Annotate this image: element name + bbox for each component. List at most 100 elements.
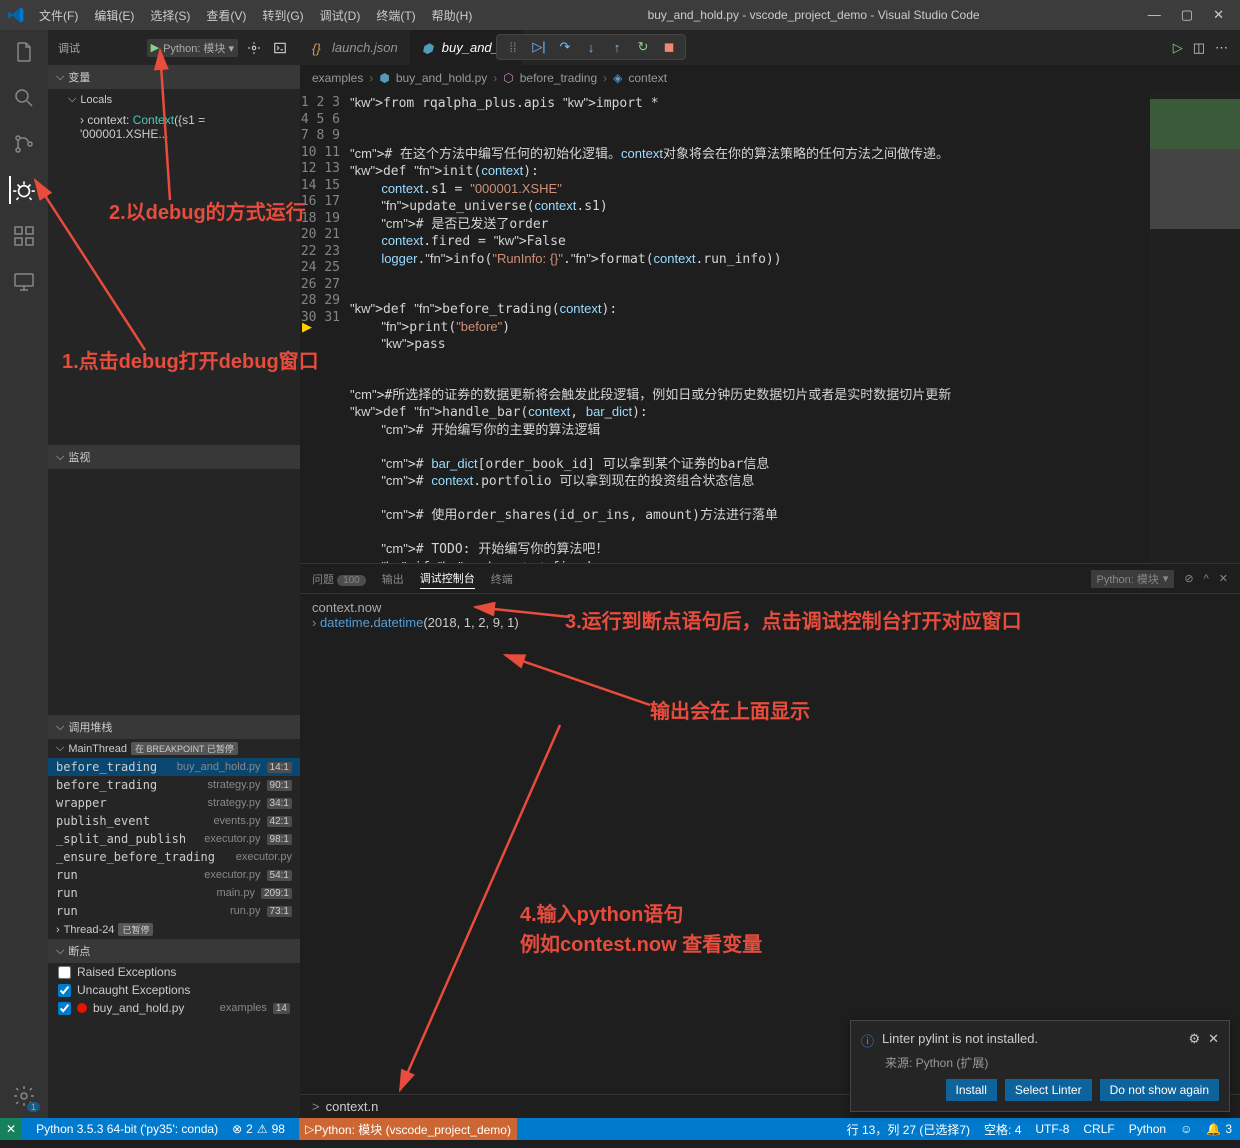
more-icon[interactable]: ⋯: [1215, 40, 1228, 56]
remote-icon[interactable]: [10, 268, 38, 296]
run-icon[interactable]: ▷: [1173, 40, 1183, 56]
window-title: buy_and_hold.py - vscode_project_demo - …: [479, 8, 1147, 22]
explorer-icon[interactable]: [10, 38, 38, 66]
continue-icon[interactable]: ▷|: [531, 39, 547, 55]
checkbox[interactable]: [58, 1002, 71, 1015]
thread-row[interactable]: ›Thread-24已暂停: [48, 920, 300, 939]
code-content[interactable]: "kw">from rqalpha_plus.apis "kw">import …: [350, 91, 1240, 563]
variable-row[interactable]: › context: Context({s1 = '000001.XSHE...: [48, 110, 300, 144]
checkbox[interactable]: [58, 984, 71, 997]
clear-icon[interactable]: ⊘: [1184, 572, 1193, 585]
menu-help[interactable]: 帮助(H): [425, 3, 480, 28]
install-button[interactable]: Install: [946, 1079, 997, 1101]
editor-tab-bar: {}launch.json ⬢buy_and_... ▷ ◫ ⋯: [300, 30, 1240, 65]
stack-frame-row[interactable]: wrapperstrategy.py34:1: [48, 794, 300, 812]
callstack-section[interactable]: ⌵调用堆栈: [48, 715, 300, 739]
menu-debug[interactable]: 调试(D): [313, 3, 368, 28]
bp-raised-exceptions[interactable]: Raised Exceptions: [48, 963, 300, 981]
status-language[interactable]: Python: [1129, 1121, 1166, 1138]
remote-indicator[interactable]: ✕: [0, 1118, 22, 1140]
step-into-icon[interactable]: ↓: [583, 39, 599, 55]
restart-icon[interactable]: ↻: [635, 39, 651, 55]
panel-tab-problems[interactable]: 问题 100: [312, 569, 366, 589]
bp-file-row[interactable]: buy_and_hold.pyexamples14: [48, 999, 300, 1017]
drag-handle-icon[interactable]: ⁞⁞: [505, 39, 521, 55]
stack-frame-row[interactable]: runexecutor.py54:1: [48, 866, 300, 884]
status-cursor-position[interactable]: 行 13，列 27 (已选择7): [847, 1121, 970, 1138]
status-encoding[interactable]: UTF-8: [1035, 1121, 1069, 1138]
menu-file[interactable]: 文件(F): [32, 3, 85, 28]
panel-tab-terminal[interactable]: 终端: [491, 569, 513, 589]
stack-frame-row[interactable]: runrun.py73:1: [48, 902, 300, 920]
debug-toolbar[interactable]: ⁞⁞ ▷| ↷ ↓ ↑ ↻ ◼: [496, 34, 686, 60]
variables-section[interactable]: ⌵变量: [48, 65, 300, 89]
menu-edit[interactable]: 编辑(E): [87, 3, 141, 28]
debug-console-output[interactable]: context.now › datetime.datetime(2018, 1,…: [300, 594, 1240, 1094]
minimize-button[interactable]: —: [1148, 7, 1161, 23]
debug-config-dropdown[interactable]: Python: 模块 ▾: [163, 40, 234, 56]
source-control-icon[interactable]: [10, 130, 38, 158]
notification-close-icon[interactable]: ✕: [1208, 1031, 1219, 1047]
stack-frame-row[interactable]: before_tradingstrategy.py90:1: [48, 776, 300, 794]
close-panel-icon[interactable]: ✕: [1219, 572, 1228, 585]
start-debug-button[interactable]: ▶: [151, 41, 159, 54]
status-notifications[interactable]: 🔔 3: [1206, 1121, 1232, 1138]
debug-title: 调试: [58, 40, 141, 56]
tab-launch-json[interactable]: {}launch.json: [300, 30, 410, 65]
stack-frame-row[interactable]: _ensure_before_tradingexecutor.py: [48, 848, 300, 866]
status-python[interactable]: Python 3.5.3 64-bit ('py35': conda): [36, 1122, 218, 1136]
minimap[interactable]: [1150, 91, 1240, 563]
debug-settings-icon[interactable]: [244, 38, 264, 58]
maximize-panel-icon[interactable]: ^: [1204, 573, 1209, 585]
info-icon: ⓘ: [861, 1031, 874, 1050]
stack-frame-row[interactable]: _split_and_publishexecutor.py98:1: [48, 830, 300, 848]
watch-section[interactable]: ⌵监视: [48, 445, 300, 469]
status-indent[interactable]: 空格: 4: [984, 1121, 1021, 1138]
select-linter-button[interactable]: Select Linter: [1005, 1079, 1092, 1101]
status-debug-session[interactable]: ▷ Python: 模块 (vscode_project_demo): [299, 1118, 517, 1140]
menu-goto[interactable]: 转到(G): [255, 3, 310, 28]
thread-row[interactable]: ⌵MainThread在 BREAKPOINT 已暂停: [48, 739, 300, 758]
extensions-icon[interactable]: [10, 222, 38, 250]
menu-terminal[interactable]: 终端(T): [369, 3, 422, 28]
notification-toast: ⓘ Linter pylint is not installed. ⚙ ✕ 来源…: [850, 1020, 1230, 1112]
panel-tab-output[interactable]: 输出: [382, 569, 404, 589]
status-feedback-icon[interactable]: ☺: [1180, 1121, 1192, 1138]
step-over-icon[interactable]: ↷: [557, 39, 573, 55]
json-icon: {}: [312, 41, 326, 55]
vscode-icon: [8, 7, 24, 23]
debug-icon[interactable]: [9, 176, 37, 204]
panel-tabs: 问题 100 输出 调试控制台 终端 Python: 模块 ▾ ⊘ ^ ✕: [300, 564, 1240, 594]
search-icon[interactable]: [10, 84, 38, 112]
breakpoints-section[interactable]: ⌵断点: [48, 939, 300, 963]
close-button[interactable]: ✕: [1213, 7, 1224, 23]
console-result: › datetime.datetime(2018, 1, 2, 9, 1): [312, 615, 1228, 630]
debug-sidebar: 调试 ▶ Python: 模块 ▾ ⌵变量 ⌵Locals › context:…: [48, 30, 300, 1118]
do-not-show-button[interactable]: Do not show again: [1100, 1079, 1219, 1101]
stack-frame-row[interactable]: before_tradingbuy_and_hold.py14:1: [48, 758, 300, 776]
debug-session-dropdown[interactable]: Python: 模块 ▾: [1091, 570, 1175, 588]
notification-settings-icon[interactable]: ⚙: [1188, 1031, 1200, 1047]
breadcrumb[interactable]: examples› ⬢buy_and_hold.py› ⬡before_trad…: [300, 65, 1240, 91]
editor-area: {}launch.json ⬢buy_and_... ▷ ◫ ⋯ example…: [300, 30, 1240, 1118]
locals-section[interactable]: ⌵Locals: [48, 89, 300, 110]
stack-frame-row[interactable]: runmain.py209:1: [48, 884, 300, 902]
settings-gear-icon[interactable]: 1: [10, 1082, 38, 1110]
debug-console-icon[interactable]: [270, 38, 290, 58]
menu-view[interactable]: 查看(V): [199, 3, 253, 28]
editor-body[interactable]: 1 2 3 4 5 6 7 8 9 10 11 12 13 14 15 16 1…: [300, 91, 1240, 563]
checkbox[interactable]: [58, 966, 71, 979]
panel-tab-debug-console[interactable]: 调试控制台: [420, 568, 475, 589]
status-eol[interactable]: CRLF: [1083, 1121, 1114, 1138]
status-problems[interactable]: ⊗ 2 ⚠ 98: [232, 1122, 285, 1136]
bp-uncaught-exceptions[interactable]: Uncaught Exceptions: [48, 981, 300, 999]
debug-sidebar-header: 调试 ▶ Python: 模块 ▾: [48, 30, 300, 65]
menu-select[interactable]: 选择(S): [143, 3, 197, 28]
step-out-icon[interactable]: ↑: [609, 39, 625, 55]
stack-frame-row[interactable]: publish_eventevents.py42:1: [48, 812, 300, 830]
title-bar: 文件(F) 编辑(E) 选择(S) 查看(V) 转到(G) 调试(D) 终端(T…: [0, 0, 1240, 30]
stop-icon[interactable]: ◼: [661, 39, 677, 55]
activity-bar: 1: [0, 30, 48, 1118]
split-editor-icon[interactable]: ◫: [1193, 40, 1205, 56]
maximize-button[interactable]: ▢: [1181, 7, 1193, 23]
